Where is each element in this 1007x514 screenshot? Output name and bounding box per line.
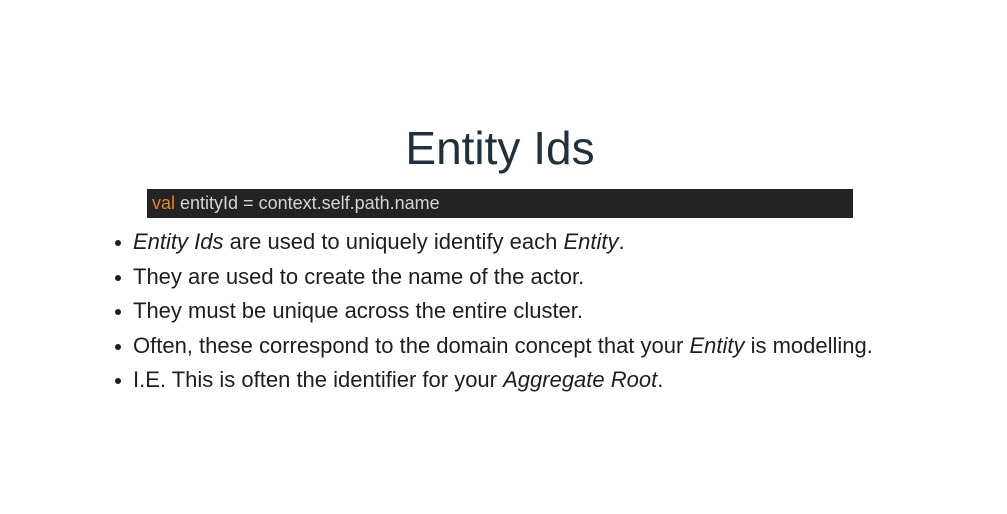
- bullet-text-italic: Aggregate Root: [503, 367, 658, 392]
- bullet-item: Entity Ids are used to uniquely identify…: [113, 229, 873, 255]
- bullet-text: They are used to create the name of the …: [133, 263, 585, 289]
- bullet-text: Often, these correspond to the domain co…: [133, 332, 690, 358]
- bullet-text: I.E. This is often the identifier for yo…: [133, 367, 504, 392]
- bullet-text: .: [657, 367, 664, 392]
- bullet-text-italic: Entity Ids: [133, 229, 224, 254]
- code-keyword: val: [152, 193, 176, 213]
- bullet-text: They must be unique across the entire cl…: [133, 298, 584, 323]
- bullet-text: is modelling.: [744, 332, 873, 358]
- bullet-item: They are used to create the name of the …: [113, 264, 873, 290]
- bullet-item: Often, these correspond to the domain co…: [113, 333, 873, 359]
- bullet-text: .: [618, 229, 625, 254]
- bullet-text-italic: Entity: [689, 332, 745, 358]
- bullet-text: are used to uniquely identify each: [223, 229, 564, 254]
- bullet-list: Entity Ids are used to uniquely identify…: [113, 229, 873, 402]
- slide: Entity Ids val entityId = context.self.p…: [0, 0, 1007, 514]
- code-text: entityId = context.self.path.name: [175, 193, 440, 213]
- code-snippet: val entityId = context.self.path.name: [147, 189, 853, 218]
- bullet-item: I.E. This is often the identifier for yo…: [113, 367, 873, 393]
- bullet-text-italic: Entity: [563, 229, 619, 254]
- slide-title: Entity Ids: [405, 122, 595, 174]
- bullet-item: They must be unique across the entire cl…: [113, 298, 873, 324]
